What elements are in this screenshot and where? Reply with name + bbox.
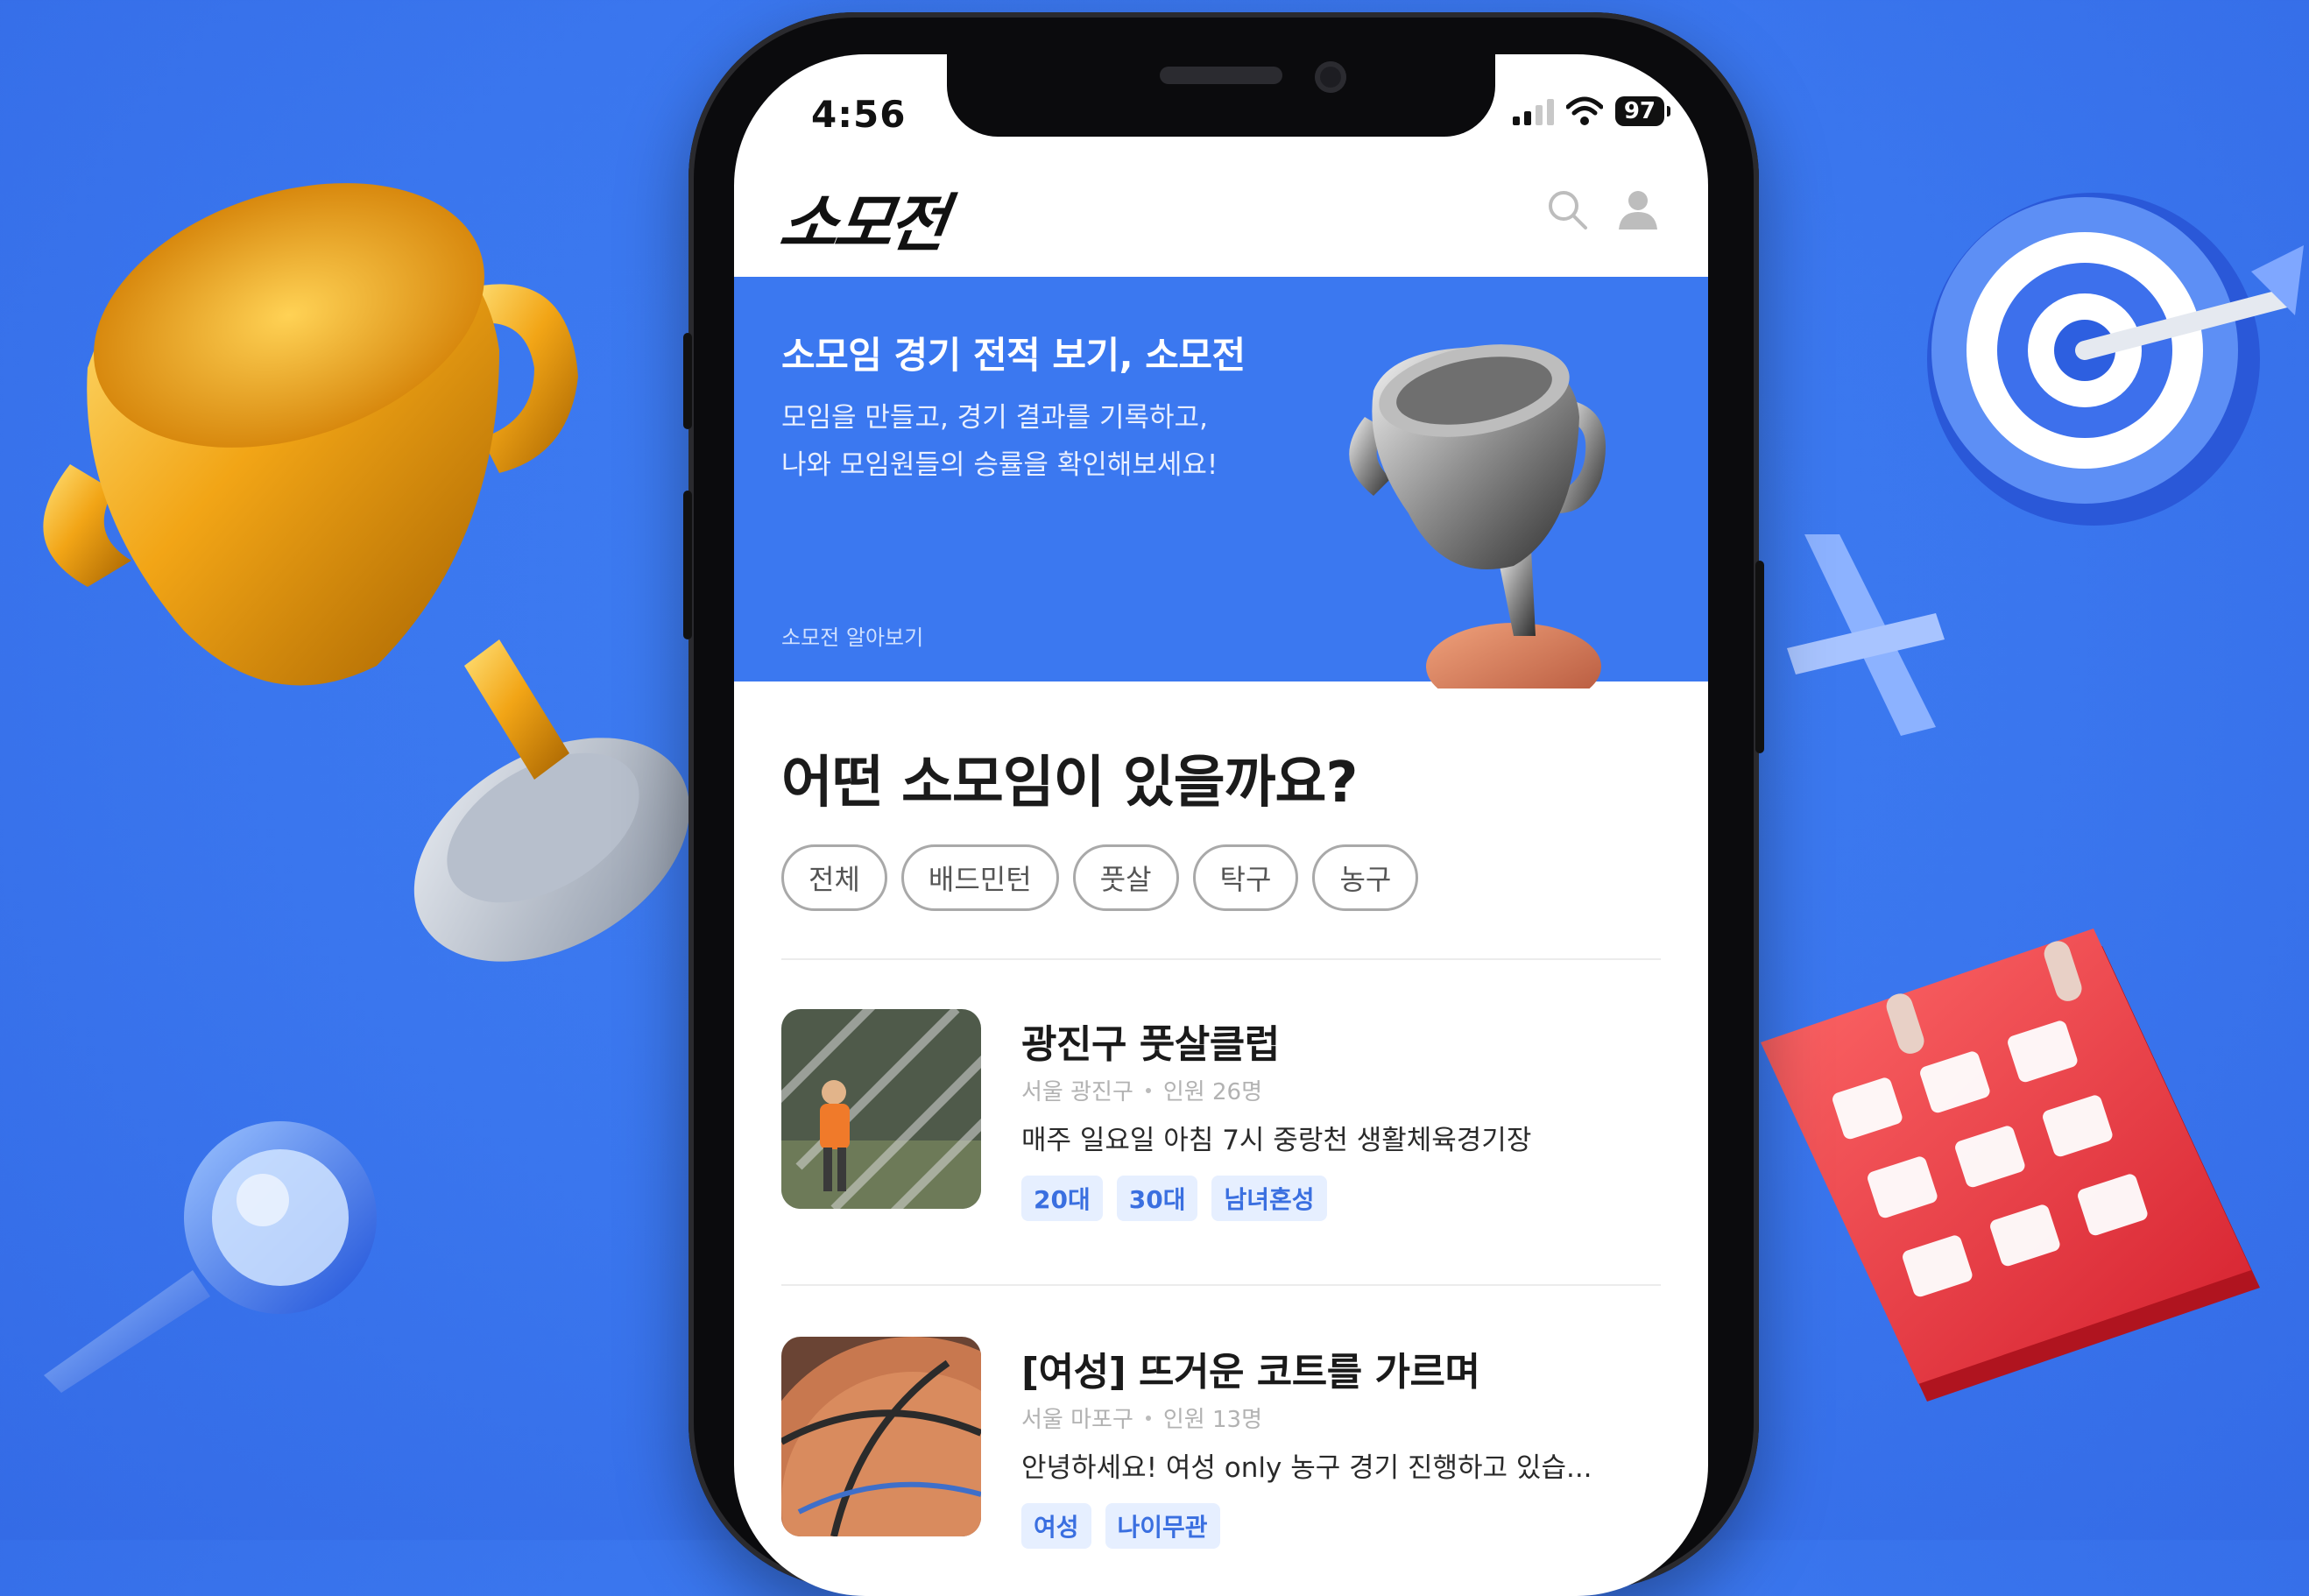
club-thumbnail bbox=[781, 1337, 981, 1536]
chip-futsal[interactable]: 풋살 bbox=[1072, 844, 1179, 911]
club-members: 인원 13명 bbox=[1162, 1407, 1262, 1433]
category-filter: 전체 배드민턴 풋살 탁구 농구 bbox=[781, 844, 1419, 911]
volume-button bbox=[683, 491, 692, 639]
chip-all[interactable]: 전체 bbox=[781, 844, 887, 911]
club-location: 서울 마포구 bbox=[1021, 1407, 1133, 1433]
front-camera bbox=[1315, 61, 1346, 93]
volume-button bbox=[683, 333, 692, 429]
club-members: 인원 26명 bbox=[1162, 1079, 1262, 1105]
notch bbox=[947, 54, 1495, 137]
club-meta: 서울 광진구 인원 26명 bbox=[1021, 1074, 1262, 1106]
x-mark-icon bbox=[1787, 534, 1945, 736]
club-tags: 여성 나이무관 bbox=[1021, 1503, 1220, 1549]
club-title: 광진구 풋살클럽 bbox=[1021, 1022, 1280, 1067]
hero-banner[interactable]: 소모임 경기 전적 보기, 소모전 모임을 만들고, 경기 결과를 기록하고, … bbox=[734, 277, 1708, 689]
chip-table-tennis[interactable]: 탁구 bbox=[1192, 844, 1299, 911]
status-icons: 97 bbox=[1512, 96, 1671, 126]
club-location: 서울 광진구 bbox=[1021, 1079, 1133, 1105]
section-title: 어떤 소모임이 있을까요? bbox=[781, 751, 1358, 816]
gold-trophy-icon bbox=[43, 183, 690, 962]
club-tag: 20대 bbox=[1021, 1176, 1103, 1221]
banner-learn-more-link[interactable]: 소모전 알아보기 bbox=[781, 620, 923, 651]
power-button bbox=[1755, 561, 1764, 753]
club-thumbnail bbox=[781, 1009, 981, 1209]
wifi-icon bbox=[1565, 96, 1603, 125]
separator-dot bbox=[1145, 1415, 1151, 1421]
magnifying-glass-icon bbox=[44, 1121, 377, 1393]
club-title: [여성] 뜨거운 코트를 가르며 bbox=[1021, 1350, 1480, 1395]
banner-title: 소모임 경기 전적 보기, 소모전 bbox=[781, 334, 1246, 377]
divider bbox=[781, 1284, 1661, 1286]
battery-indicator: 97 bbox=[1614, 96, 1671, 126]
chip-badminton[interactable]: 배드민턴 bbox=[900, 844, 1059, 911]
status-time: 4:56 bbox=[811, 93, 907, 136]
divider bbox=[781, 958, 1661, 960]
club-tag: 여성 bbox=[1021, 1503, 1091, 1549]
separator-dot bbox=[1145, 1087, 1151, 1093]
silver-trophy-icon bbox=[1349, 344, 1606, 689]
calendar-icon bbox=[1761, 929, 2260, 1402]
club-tags: 20대 30대 남녀혼성 bbox=[1021, 1176, 1327, 1221]
club-description: 매주 일요일 아침 7시 중랑천 생활체육경기장 bbox=[1021, 1125, 1532, 1156]
target-dart-icon bbox=[1927, 193, 2304, 526]
phone-screen: 4:56 97 소모전 소모임 경기 전적 보기, 소모전 모임을 만들고, 경… bbox=[734, 54, 1708, 1596]
club-tag: 나이무관 bbox=[1105, 1503, 1220, 1549]
club-card[interactable]: [여성] 뜨거운 코트를 가르며 서울 마포구 인원 13명 안녕하세요! 여성… bbox=[781, 1337, 1661, 1549]
club-tag: 30대 bbox=[1116, 1176, 1198, 1221]
profile-icon[interactable] bbox=[1617, 187, 1659, 231]
header-actions bbox=[1545, 187, 1659, 231]
banner-description: 모임을 만들고, 경기 결과를 기록하고, 나와 모임원들의 승률을 확인해보세… bbox=[781, 402, 1218, 481]
club-description: 안녕하세요! 여성 only 농구 경기 진행하고 있습... bbox=[1021, 1452, 1592, 1484]
cellular-signal-icon bbox=[1512, 97, 1554, 125]
speaker bbox=[1160, 67, 1282, 84]
club-card[interactable]: 광진구 풋살클럽 서울 광진구 인원 26명 매주 일요일 아침 7시 중랑천 … bbox=[781, 1009, 1661, 1221]
club-meta: 서울 마포구 인원 13명 bbox=[1021, 1402, 1262, 1434]
search-icon[interactable] bbox=[1545, 187, 1589, 231]
chip-basketball[interactable]: 농구 bbox=[1312, 844, 1419, 911]
app-logo: 소모전 bbox=[775, 187, 950, 260]
club-tag: 남녀혼성 bbox=[1211, 1176, 1327, 1221]
